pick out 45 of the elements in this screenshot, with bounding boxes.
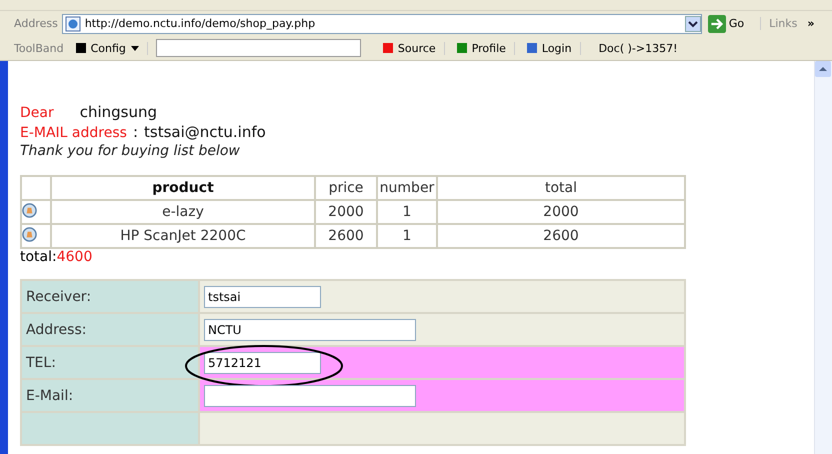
column-header: price (315, 176, 377, 200)
table-cell: 2000 (437, 200, 685, 224)
thanks-text: Thank you for buying list below (20, 143, 241, 159)
column-header: number (377, 176, 437, 200)
doc-counter: Doc( )->1357! (598, 42, 678, 54)
table-cell: 1 (377, 224, 437, 248)
more-button[interactable]: » (807, 17, 814, 30)
table-cell: 2600 (437, 224, 685, 248)
field-label: TEL: (21, 346, 199, 379)
input-field[interactable]: tstsai (204, 286, 321, 308)
go-button[interactable]: Go (706, 14, 756, 32)
total-label: total: (20, 249, 57, 265)
column-header: product (51, 176, 315, 200)
toolbar-button[interactable]: Profile (452, 42, 515, 54)
table-cell: 2000 (315, 200, 377, 224)
email-label: E-MAIL address (20, 125, 127, 141)
toolband-field[interactable] (156, 39, 361, 57)
toolband-label: ToolBand (14, 42, 64, 54)
input-field[interactable] (204, 384, 416, 406)
toolbar-button[interactable]: Login (522, 42, 581, 54)
field-label: E-Mail: (21, 379, 199, 412)
dropdown-icon[interactable] (684, 16, 701, 32)
toolbar-button[interactable]: Source (378, 42, 445, 54)
config-button[interactable]: Config (72, 42, 148, 54)
caret-icon (130, 46, 139, 50)
customer-name: chingsung (80, 103, 158, 121)
url-field[interactable]: http://demo.nctu.info/demo/shop_pay.php (62, 14, 702, 34)
email-separator: : (132, 123, 138, 141)
field-label: Receiver: (21, 280, 199, 313)
dear-label: Dear (20, 105, 54, 121)
field-label: Address: (21, 313, 199, 346)
table-cell: HP ScanJet 2200C (51, 224, 315, 248)
table-cell: e-lazy (51, 200, 315, 224)
total-value: 4600 (56, 249, 92, 265)
scroll-up-button[interactable] (815, 61, 831, 77)
arrow-icon (708, 14, 726, 32)
input-field[interactable]: NCTU (204, 318, 416, 340)
table-cell: 1 (377, 200, 437, 224)
customer-email: tstsai@nctu.info (144, 123, 266, 141)
table-cell: 2600 (315, 224, 377, 248)
address-label: Address (14, 17, 58, 30)
column-header: total (437, 176, 685, 200)
scrollbar[interactable] (814, 61, 832, 454)
page-icon (64, 16, 81, 32)
input-field[interactable]: 5712121 (204, 352, 321, 374)
